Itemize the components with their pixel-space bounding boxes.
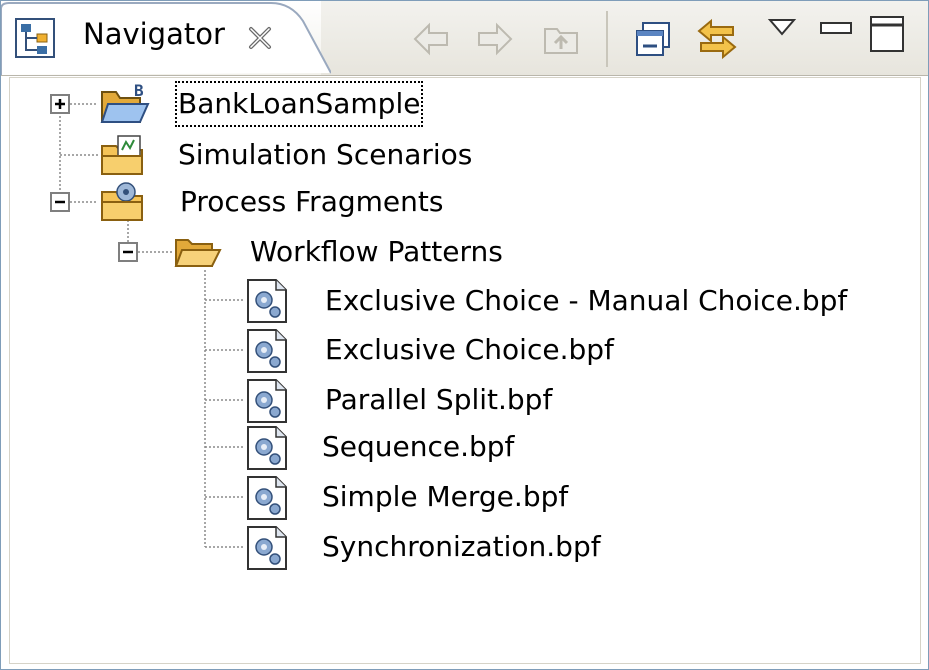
project-folder-icon: B bbox=[100, 82, 150, 123]
process-folder-icon bbox=[101, 182, 143, 221]
bpf-file-icon bbox=[247, 526, 287, 570]
tree-item-bpf-file[interactable]: Exclusive Choice - Manual Choice.bpf bbox=[325, 281, 847, 321]
bpf-file-icon bbox=[247, 329, 287, 373]
tree-item-process-fragments[interactable]: Process Fragments bbox=[180, 182, 443, 222]
tree-item-workflow-patterns[interactable]: Workflow Patterns bbox=[250, 232, 503, 272]
expand-toggle-icon[interactable] bbox=[50, 94, 70, 114]
bpf-file-icon bbox=[247, 426, 287, 470]
simulation-folder-icon bbox=[101, 135, 143, 175]
tree-item-bpf-file[interactable]: Simple Merge.bpf bbox=[322, 477, 568, 517]
bpf-file-icon bbox=[247, 279, 287, 323]
tree-item-bankloansample[interactable]: BankLoanSample bbox=[174, 81, 424, 127]
tree-item-bpf-file[interactable]: Synchronization.bpf bbox=[322, 527, 601, 567]
tree-item-bpf-file[interactable]: Sequence.bpf bbox=[322, 427, 514, 467]
tree-item-bpf-file[interactable]: Parallel Split.bpf bbox=[325, 380, 552, 420]
collapse-toggle-icon[interactable] bbox=[50, 192, 70, 212]
collapse-toggle-icon[interactable] bbox=[118, 242, 138, 262]
bpf-file-icon bbox=[247, 379, 287, 423]
tree-item-bpf-file[interactable]: Exclusive Choice.bpf bbox=[325, 330, 614, 370]
tree-item-simulation-scenarios[interactable]: Simulation Scenarios bbox=[178, 135, 472, 175]
bpf-file-icon bbox=[247, 476, 287, 520]
navigator-tree: B BankLoanSample Simulation Scenarios Pr… bbox=[0, 0, 929, 670]
open-folder-icon bbox=[174, 239, 222, 267]
svg-text:B: B bbox=[134, 82, 144, 100]
